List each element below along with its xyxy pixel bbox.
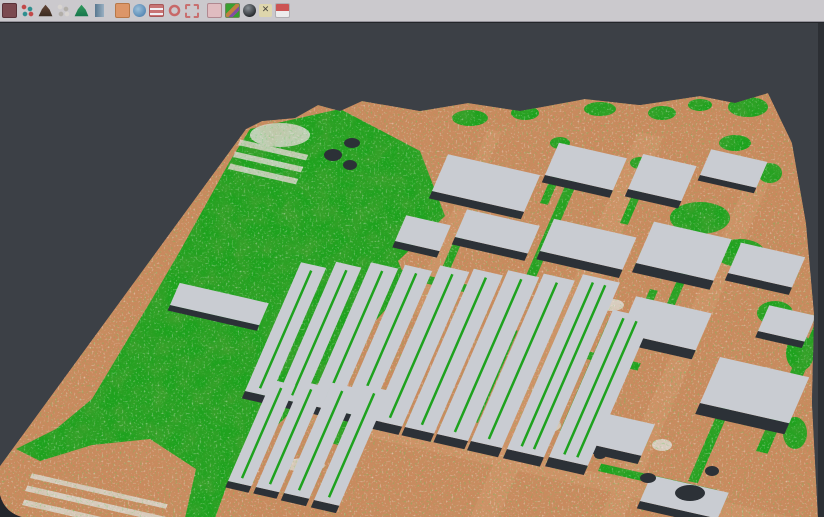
red-layers-icon[interactable] [149, 4, 164, 17]
light-points-icon[interactable] [56, 3, 71, 18]
yellow-delete-icon[interactable] [259, 4, 272, 17]
red-ring-icon[interactable] [167, 3, 182, 18]
pink-clip-icon[interactable] [207, 3, 222, 18]
toolbar [0, 0, 824, 22]
classified-terrain-render [0, 23, 824, 517]
classification-map-icon[interactable] [225, 3, 240, 18]
red-flag-icon[interactable] [275, 3, 290, 18]
blue-globe-icon[interactable] [133, 4, 146, 17]
speckled-block-icon[interactable] [2, 3, 17, 18]
green-hill-icon[interactable] [74, 3, 89, 18]
blue-panel-icon[interactable] [92, 3, 107, 18]
application-window [0, 0, 824, 517]
red-selection-icon[interactable] [185, 4, 199, 18]
colored-points-icon[interactable] [20, 3, 35, 18]
viewport-3d[interactable] [0, 22, 824, 517]
orange-square-icon[interactable] [115, 3, 130, 18]
dark-sphere-icon[interactable] [243, 4, 256, 17]
dark-mound-icon[interactable] [38, 3, 53, 18]
